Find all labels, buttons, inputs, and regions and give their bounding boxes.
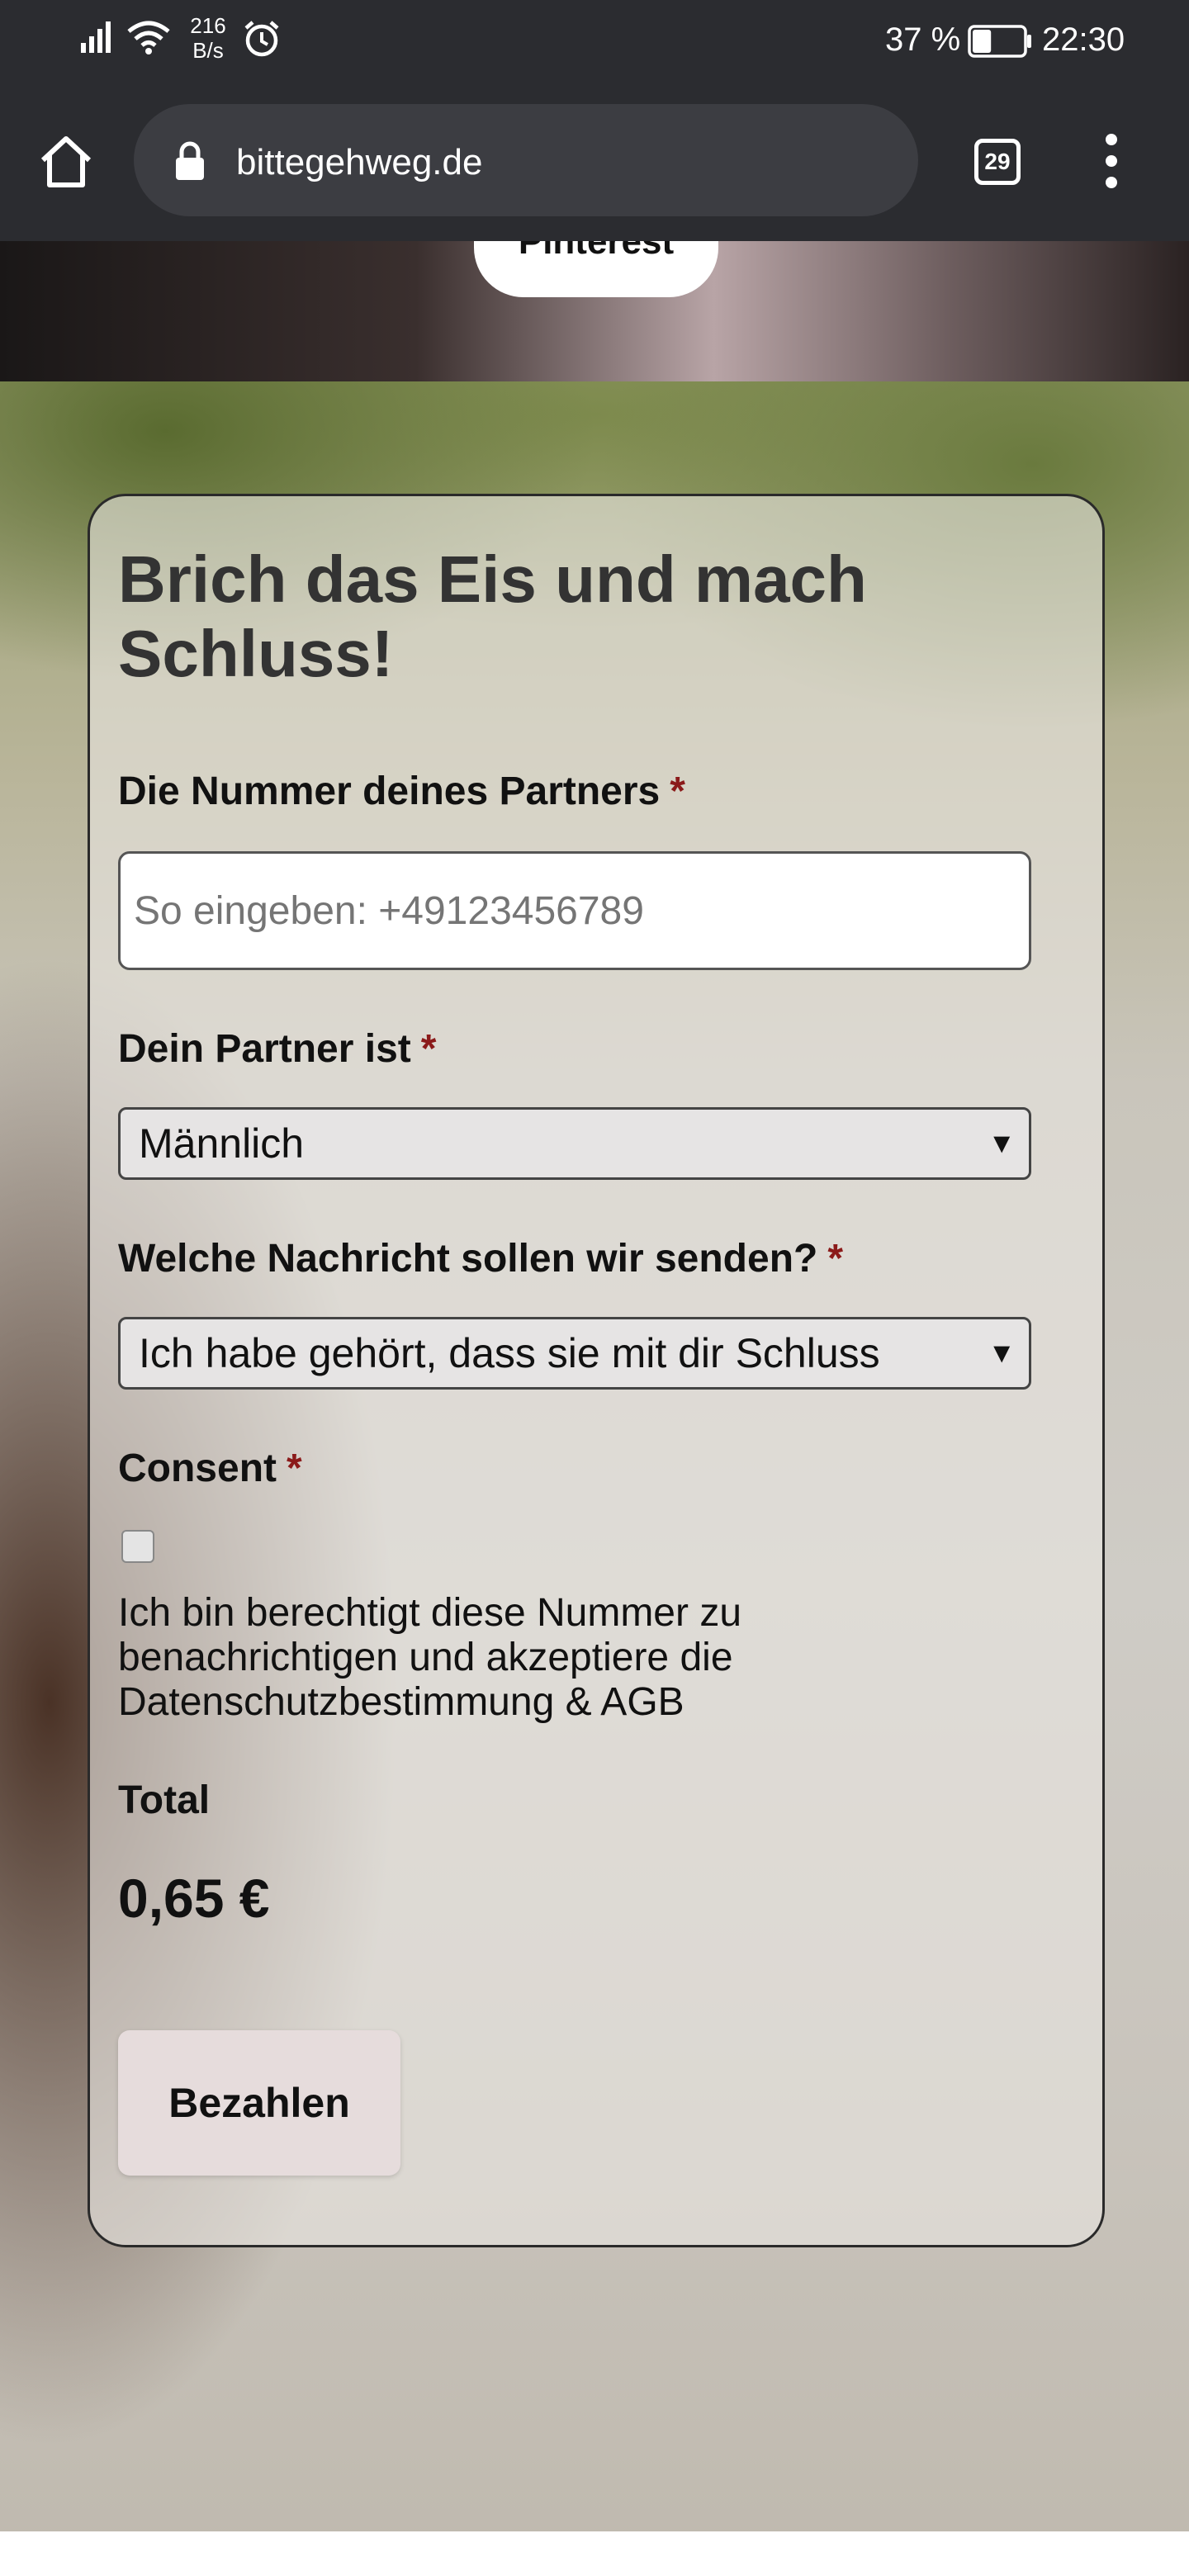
gender-label-text: Dein Partner ist — [118, 1027, 411, 1071]
page-footer-strip — [0, 2531, 1189, 2576]
dropdown-arrow-icon: ▼ — [988, 1128, 1016, 1159]
status-bar: 216 B/s 37 % 22:30 — [0, 0, 1189, 83]
home-icon[interactable] — [38, 134, 94, 190]
message-label: Welche Nachricht sollen wir senden? * — [118, 1236, 843, 1281]
alarm-clock-icon — [244, 21, 279, 57]
lock-icon — [176, 141, 204, 180]
breakup-form: Brich das Eis und mach Schluss! Die Numm… — [88, 494, 1105, 2247]
total-amount: 0,65 € — [118, 1868, 270, 1929]
consent-label-text: Consent — [118, 1447, 277, 1490]
required-marker: * — [827, 1237, 844, 1281]
cellular-signal-icon — [81, 21, 111, 53]
dropdown-arrow-icon: ▼ — [988, 1338, 1016, 1369]
wifi-icon — [127, 21, 170, 54]
pinterest-button-label: Pinterest — [518, 241, 675, 262]
consent-checkbox[interactable] — [121, 1530, 154, 1563]
required-marker: * — [420, 1027, 437, 1071]
required-marker: * — [287, 1447, 302, 1490]
message-label-text: Welche Nachricht sollen wir senden? — [118, 1237, 818, 1281]
pinterest-share-button[interactable]: Pinterest — [474, 241, 718, 297]
consent-label: Consent * — [118, 1446, 302, 1491]
partner-gender-select[interactable]: Männlich ▼ — [118, 1107, 1031, 1180]
overflow-menu-icon[interactable] — [1097, 134, 1126, 193]
battery-percent: 37 % — [885, 21, 961, 58]
battery-icon — [968, 25, 1031, 58]
total-label: Total — [118, 1778, 211, 1822]
clock-time: 22:30 — [1042, 21, 1125, 58]
required-marker: * — [670, 769, 685, 813]
browser-toolbar: bittegehweg.de 29 — [0, 83, 1189, 241]
phone-label: Die Nummer deines Partners * — [118, 769, 685, 814]
pay-button[interactable]: Bezahlen — [118, 2030, 400, 2176]
partner-phone-input[interactable] — [118, 851, 1031, 970]
tab-switcher-button[interactable]: 29 — [974, 139, 1021, 185]
partner-gender-value: Männlich — [139, 1120, 305, 1167]
network-speed-value: 216 — [190, 13, 226, 38]
message-value: Ich habe gehört, dass sie mit dir Schlus… — [139, 1330, 880, 1376]
url-text[interactable]: bittegehweg.de — [236, 142, 482, 183]
network-speed: 216 B/s — [183, 13, 233, 63]
message-select[interactable]: Ich habe gehört, dass sie mit dir Schlus… — [118, 1317, 1031, 1390]
gender-label: Dein Partner ist * — [118, 1026, 436, 1072]
phone-label-text: Die Nummer deines Partners — [118, 769, 661, 813]
consent-text: Ich bin berechtigt diese Nummer zu benac… — [118, 1591, 742, 1724]
network-speed-unit: B/s — [192, 38, 224, 63]
form-title: Brich das Eis und mach Schluss! — [118, 542, 867, 690]
address-bar[interactable]: bittegehweg.de — [134, 104, 918, 216]
battery-fill — [973, 30, 992, 53]
